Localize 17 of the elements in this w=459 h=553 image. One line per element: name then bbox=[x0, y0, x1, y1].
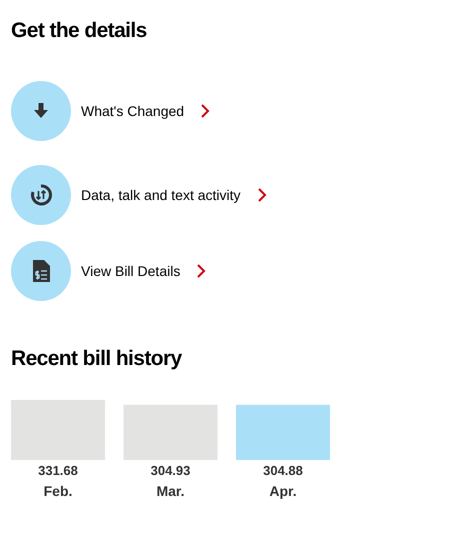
details-link[interactable]: Data, talk and text activity bbox=[11, 165, 448, 225]
section-heading: Get the details bbox=[11, 18, 148, 44]
bill-amount: 331.68 bbox=[38, 463, 78, 478]
details-link[interactable]: What's Changed bbox=[11, 81, 448, 141]
month-label: Mar. bbox=[156, 483, 184, 499]
activity-icon bbox=[11, 165, 71, 225]
month-label: Apr. bbox=[269, 483, 297, 499]
bill-icon bbox=[11, 241, 71, 301]
bill-amount: 304.88 bbox=[263, 463, 303, 478]
chevron-right-icon bbox=[196, 264, 206, 278]
chevron-right-icon bbox=[256, 188, 267, 202]
section-heading: Recent bill history bbox=[11, 346, 183, 372]
bill-amount: 304.93 bbox=[150, 463, 190, 478]
month-label: Feb. bbox=[44, 483, 72, 499]
chevron-right-icon bbox=[200, 104, 210, 118]
details-link[interactable]: View Bill Details bbox=[11, 241, 448, 301]
download-icon bbox=[11, 81, 71, 141]
